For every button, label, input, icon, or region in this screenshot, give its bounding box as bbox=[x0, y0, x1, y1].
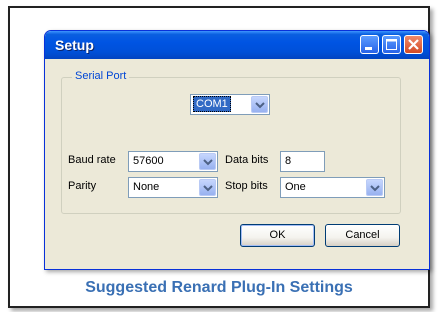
port-select[interactable]: COM1 bbox=[190, 94, 270, 115]
data-bits-value: 8 bbox=[285, 155, 292, 167]
chevron-down-icon bbox=[255, 102, 265, 109]
figure-caption: Suggested Renard Plug-In Settings bbox=[85, 279, 353, 296]
baud-rate-label: Baud rate bbox=[68, 154, 116, 166]
stop-bits-value: One bbox=[285, 181, 306, 193]
stop-bits-label: Stop bits bbox=[225, 180, 268, 192]
parity-label: Parity bbox=[68, 180, 97, 192]
port-value: COM1 bbox=[193, 96, 231, 112]
setup-dialog: Setup Serial Port COM1 Baud rate 57600 D… bbox=[44, 30, 430, 270]
port-dropdown-button[interactable] bbox=[251, 96, 268, 113]
baud-rate-value: 57600 bbox=[133, 155, 164, 167]
chevron-down-icon bbox=[203, 159, 213, 166]
chevron-down-icon bbox=[203, 185, 213, 192]
maximize-button[interactable] bbox=[382, 35, 401, 54]
minimize-icon bbox=[365, 47, 372, 50]
data-bits-label: Data bits bbox=[225, 154, 269, 166]
title-bar[interactable]: Setup bbox=[45, 31, 429, 59]
dialog-content: Serial Port COM1 Baud rate 57600 Data bi… bbox=[45, 59, 429, 269]
data-bits-field[interactable]: 8 bbox=[280, 151, 325, 172]
baud-rate-select[interactable]: 57600 bbox=[128, 151, 218, 172]
ok-button[interactable]: OK bbox=[240, 224, 315, 247]
close-button[interactable] bbox=[404, 35, 423, 54]
parity-dropdown-button[interactable] bbox=[199, 179, 216, 196]
minimize-button[interactable] bbox=[360, 35, 379, 54]
baud-rate-dropdown-button[interactable] bbox=[199, 153, 216, 170]
image-frame: Setup Serial Port COM1 Baud rate 57600 D… bbox=[8, 6, 430, 308]
chevron-down-icon bbox=[370, 185, 380, 192]
maximize-icon bbox=[386, 39, 397, 50]
parity-value: None bbox=[133, 181, 160, 193]
stop-bits-dropdown-button[interactable] bbox=[366, 179, 383, 196]
stop-bits-select[interactable]: One bbox=[280, 177, 385, 198]
serial-port-group: Serial Port COM1 Baud rate 57600 Data bi… bbox=[61, 70, 401, 214]
close-icon bbox=[408, 39, 419, 50]
parity-select[interactable]: None bbox=[128, 177, 218, 198]
cancel-button[interactable]: Cancel bbox=[325, 224, 400, 247]
window-title: Setup bbox=[55, 37, 94, 53]
serial-port-group-label: Serial Port bbox=[72, 70, 130, 82]
